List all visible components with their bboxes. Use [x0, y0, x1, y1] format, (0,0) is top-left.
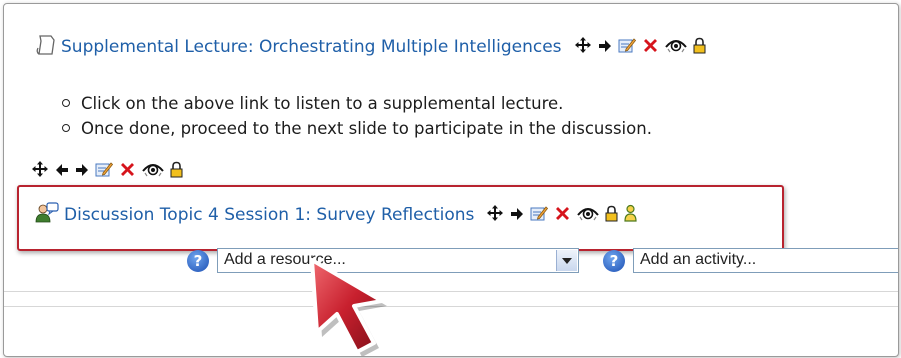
move-left-icon[interactable] — [55, 162, 69, 181]
move-right-icon[interactable] — [598, 38, 612, 57]
list-item: Once done, proceed to the next slide to … — [62, 116, 652, 141]
edit-icon[interactable] — [530, 204, 549, 226]
forum-icon — [35, 202, 59, 228]
visibility-eye-icon[interactable] — [142, 160, 164, 182]
chevron-down-icon[interactable] — [556, 250, 577, 271]
mouse-cursor-icon — [300, 254, 410, 356]
list-item: Click on the above link to listen to a s… — [62, 91, 652, 116]
resource-row: Supplemental Lecture: Orchestrating Mult… — [35, 33, 712, 61]
lock-icon[interactable] — [170, 161, 183, 182]
add-activity-label: Add an activity... — [640, 251, 757, 268]
visibility-eye-icon[interactable] — [664, 36, 687, 58]
lock-icon[interactable] — [605, 205, 618, 226]
lock-icon[interactable] — [693, 37, 706, 58]
help-icon[interactable]: ? — [187, 250, 209, 272]
move-icon[interactable] — [486, 204, 504, 226]
delete-icon[interactable] — [642, 37, 659, 58]
help-icon[interactable]: ? — [603, 250, 625, 272]
move-right-icon[interactable] — [75, 162, 89, 181]
divider — [4, 291, 898, 292]
resource-link[interactable]: Supplemental Lecture: Orchestrating Mult… — [61, 37, 562, 57]
add-activity-select[interactable]: Add an activity... — [633, 248, 898, 273]
forum-row: Discussion Topic 4 Session 1: Survey Ref… — [35, 202, 643, 228]
delete-icon[interactable] — [119, 161, 136, 182]
delete-icon[interactable] — [554, 205, 571, 226]
groups-icon[interactable] — [624, 204, 637, 226]
move-icon[interactable] — [574, 36, 592, 58]
page-resource-icon — [35, 33, 57, 61]
move-right-icon[interactable] — [510, 206, 524, 225]
label-edit-icons — [31, 160, 189, 182]
move-icon[interactable] — [31, 160, 49, 182]
edit-icon[interactable] — [95, 160, 114, 182]
visibility-eye-icon[interactable] — [577, 204, 600, 226]
forum-link[interactable]: Discussion Topic 4 Session 1: Survey Ref… — [64, 205, 474, 225]
course-section: Supplemental Lecture: Orchestrating Mult… — [3, 3, 899, 357]
label-text: Click on the above link to listen to a s… — [62, 91, 652, 141]
divider — [4, 306, 898, 307]
edit-icon[interactable] — [618, 36, 636, 58]
